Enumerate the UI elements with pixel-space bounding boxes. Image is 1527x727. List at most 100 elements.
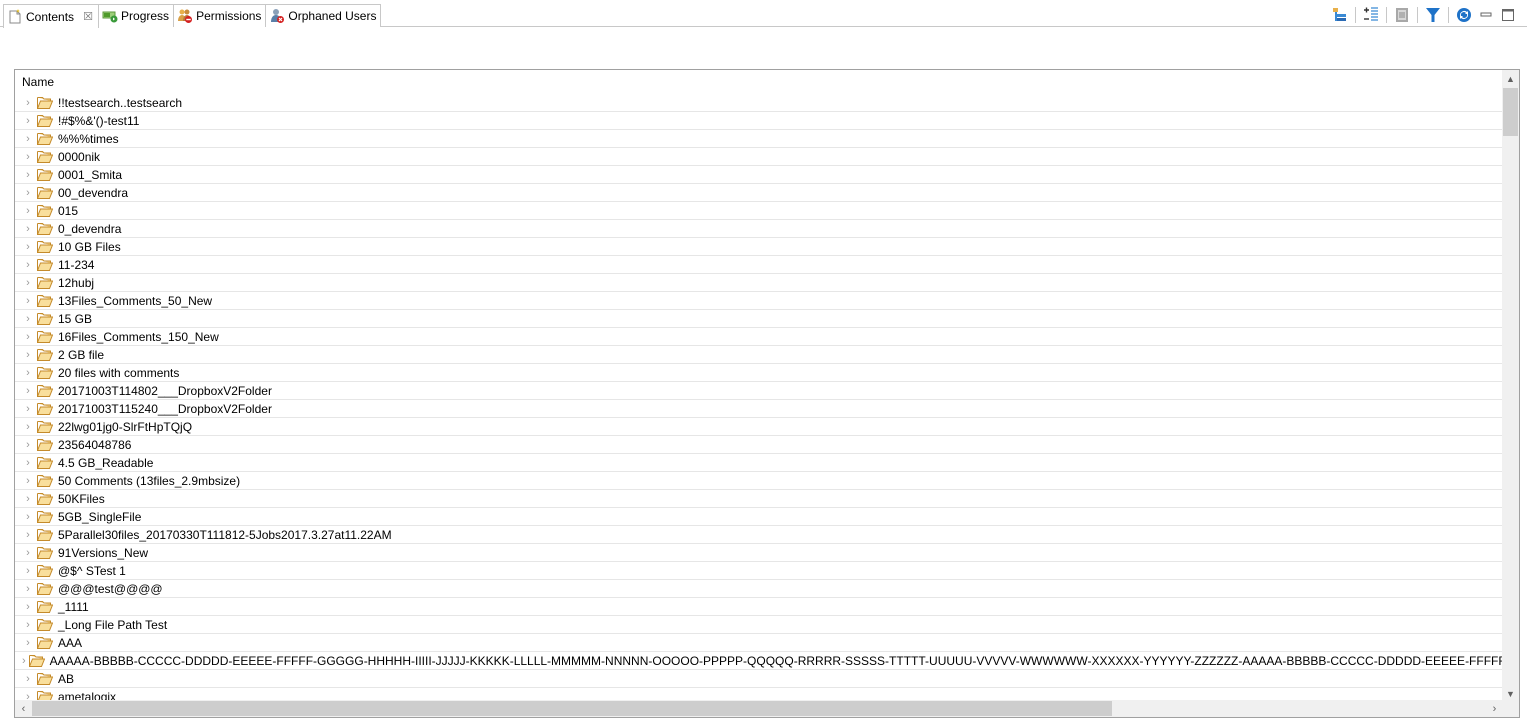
tree-row[interactable]: › %%%times [15,130,1503,148]
expand-chevron-icon[interactable]: › [22,403,34,415]
expand-chevron-icon[interactable]: › [22,547,34,559]
tree-row[interactable]: › @$^ STest 1 [15,562,1503,580]
tree-row[interactable]: › !#$%&'()-test11 [15,112,1503,130]
refresh-icon[interactable] [1453,5,1475,25]
folder-icon [37,492,53,506]
tree-row[interactable]: › 91Versions_New [15,544,1503,562]
expand-chevron-icon[interactable]: › [22,151,34,163]
tab-contents[interactable]: Contents ☒ [3,4,100,28]
tree-row[interactable]: › 15 GB [15,310,1503,328]
tree-row[interactable]: › 13Files_Comments_50_New [15,292,1503,310]
folder-icon [37,438,53,452]
horizontal-scrollbar[interactable]: ‹ › [15,700,1503,717]
expand-chevron-icon[interactable]: › [22,115,34,127]
tree-row[interactable]: › 16Files_Comments_150_New [15,328,1503,346]
expand-chevron-icon[interactable]: › [22,205,34,217]
expand-chevron-icon[interactable]: › [22,439,34,451]
expand-chevron-icon[interactable]: › [22,367,34,379]
tree-row[interactable]: › 015 [15,202,1503,220]
expand-chevron-icon[interactable]: › [22,457,34,469]
expand-chevron-icon[interactable]: › [22,385,34,397]
expand-chevron-icon[interactable]: › [22,97,34,109]
hierarchy-icon[interactable] [1329,5,1351,25]
view-tab-bar: Contents ☒ Progress Permissions Orphaned… [0,0,1527,28]
expand-chevron-icon[interactable]: › [22,169,34,181]
expand-chevron-icon[interactable]: › [22,637,34,649]
expand-chevron-icon[interactable]: › [22,331,34,343]
expand-chevron-icon[interactable]: › [22,259,34,271]
vertical-scroll-thumb[interactable] [1503,88,1518,136]
tree-row[interactable]: › 0001_Smita [15,166,1503,184]
expand-chevron-icon[interactable]: › [22,655,26,667]
tree-row[interactable]: › 22lwg01jg0-SlrFtHpTQjQ [15,418,1503,436]
tree-row[interactable]: › AAA [15,634,1503,652]
expand-chevron-icon[interactable]: › [22,565,34,577]
expand-chevron-icon[interactable]: › [22,277,34,289]
tree-row[interactable]: › 20 files with comments [15,364,1503,382]
tree-row[interactable]: › 20171003T115240___DropboxV2Folder [15,400,1503,418]
folder-icon [37,150,53,164]
expand-chevron-icon[interactable]: › [22,529,34,541]
expand-chevron-icon[interactable]: › [22,511,34,523]
expand-collapse-icon[interactable] [1360,5,1382,25]
folder-name: 15 GB [58,311,93,326]
expand-chevron-icon[interactable]: › [22,583,34,595]
tab-label: Orphaned Users [288,9,377,23]
tab-progress[interactable]: Progress [99,4,175,27]
scroll-right-icon[interactable]: › [1486,700,1503,717]
horizontal-scroll-thumb[interactable] [32,701,1112,716]
tree-row[interactable]: › 12hubj [15,274,1503,292]
expand-chevron-icon[interactable]: › [22,493,34,505]
close-tab-icon[interactable]: ☒ [82,10,94,23]
expand-chevron-icon[interactable]: › [22,673,34,685]
expand-chevron-icon[interactable]: › [22,187,34,199]
tree-row[interactable]: › 00_devendra [15,184,1503,202]
tree-row[interactable]: › 2 GB file [15,346,1503,364]
expand-chevron-icon[interactable]: › [22,475,34,487]
vertical-scrollbar[interactable]: ▲ ▼ [1502,70,1519,702]
expand-chevron-icon[interactable]: › [22,421,34,433]
expand-chevron-icon[interactable]: › [22,349,34,361]
tree-row[interactable]: › 23564048786 [15,436,1503,454]
folder-name: !#$%&'()-test11 [58,113,140,128]
column-header-name[interactable]: Name [15,70,1503,94]
tree-row[interactable]: › 5Parallel30files_20170330T111812-5Jobs2… [15,526,1503,544]
expand-chevron-icon[interactable]: › [22,295,34,307]
expand-chevron-icon[interactable]: › [22,223,34,235]
folder-icon [37,204,53,218]
filter-icon[interactable] [1422,5,1444,25]
folder-name: 12hubj [58,275,95,290]
tree-row[interactable]: › @@@test@@@@ [15,580,1503,598]
tree-row[interactable]: › 20171003T114802___DropboxV2Folder [15,382,1503,400]
tree-row[interactable]: › 11-234 [15,256,1503,274]
expand-chevron-icon[interactable]: › [22,619,34,631]
tree-row[interactable]: › 50 Comments (13files_2.9mbsize) [15,472,1503,490]
folder-icon [37,546,53,560]
tab-orphaned-users[interactable]: Orphaned Users [266,4,382,27]
scroll-left-icon[interactable]: ‹ [15,700,32,717]
expand-chevron-icon[interactable]: › [22,601,34,613]
tab-permissions[interactable]: Permissions [174,4,267,27]
tree-row[interactable]: › 0000nik [15,148,1503,166]
maximize-icon[interactable] [1497,5,1519,25]
tree-row[interactable]: › 10 GB Files [15,238,1503,256]
document-icon[interactable] [1391,5,1413,25]
expand-chevron-icon[interactable]: › [22,313,34,325]
expand-chevron-icon[interactable]: › [22,133,34,145]
folder-name: 0_devendra [58,221,122,236]
tree-row[interactable]: › _Long File Path Test [15,616,1503,634]
tree-row[interactable]: › 50KFiles [15,490,1503,508]
scroll-up-icon[interactable]: ▲ [1502,70,1519,87]
tree-row[interactable]: › 0_devendra [15,220,1503,238]
folder-icon [37,384,53,398]
minimize-icon[interactable] [1475,5,1497,25]
folder-icon [37,240,53,254]
folder-icon [37,96,53,110]
expand-chevron-icon[interactable]: › [22,241,34,253]
tree-row[interactable]: › !!testsearch..testsearch [15,94,1503,112]
tree-row[interactable]: › AAAAA-BBBBB-CCCCC-DDDDD-EEEEE-FFFFF-GGG… [15,652,1503,670]
tree-row[interactable]: › AB [15,670,1503,688]
tree-row[interactable]: › 5GB_SingleFile [15,508,1503,526]
tree-row[interactable]: › 4.5 GB_Readable [15,454,1503,472]
tree-row[interactable]: › _1111 [15,598,1503,616]
